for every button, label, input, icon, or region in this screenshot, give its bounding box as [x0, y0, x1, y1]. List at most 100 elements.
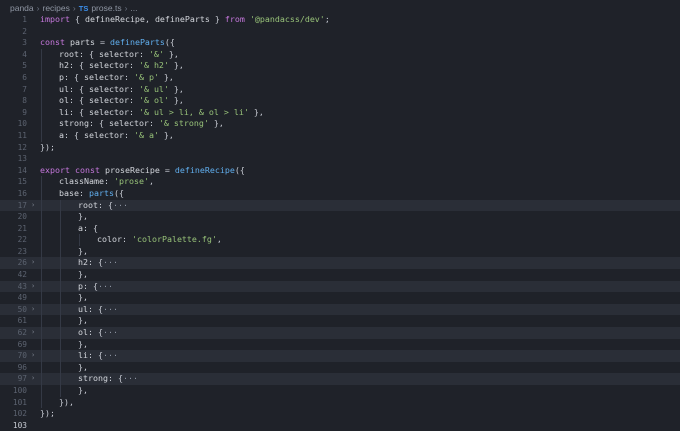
indent-guide — [60, 385, 61, 397]
code-token: : — [123, 129, 134, 140]
chevron-right-icon[interactable]: › — [31, 257, 35, 269]
indent-guide — [41, 269, 42, 281]
code-line[interactable]: 9 li: { selector: '& ul > li, & ol > li' … — [0, 106, 680, 119]
code-text: strong: {··· — [78, 373, 138, 385]
code-token: : { — [78, 48, 99, 59]
chevron-right-icon[interactable]: › — [31, 281, 35, 293]
code-editor[interactable]: 1 import { defineRecipe, defineParts } fr… — [0, 14, 680, 431]
code-text: }, — [78, 362, 88, 374]
folded-code-line[interactable]: 62 › ol: {··· — [0, 327, 680, 339]
code-token: h2 — [78, 257, 88, 268]
breadcrumb-item-file[interactable]: prose.ts — [91, 3, 121, 13]
indent-guide — [41, 106, 42, 119]
code-token: }, — [78, 338, 88, 349]
code-token: export — [40, 164, 70, 175]
folded-code-line[interactable]: 97 › strong: {··· — [0, 373, 680, 385]
code-line[interactable]: 1 import { defineRecipe, defineParts } fr… — [0, 14, 680, 26]
code-token: '& strong' — [158, 118, 209, 129]
code-token: ol — [78, 327, 88, 338]
code-line[interactable]: 6 p: { selector: '& p' }, — [0, 71, 680, 84]
line-number: 1 — [22, 15, 27, 24]
code-token: : — [128, 95, 139, 106]
code-line[interactable]: 22 color: 'colorPalette.fg', — [0, 234, 680, 246]
code-token: }, — [168, 95, 184, 106]
folded-code-line[interactable]: 50 › ul: {··· — [0, 303, 680, 316]
line-number: 61 — [17, 316, 27, 326]
chevron-right-icon[interactable]: › — [31, 327, 35, 339]
code-line[interactable]: 13 — [0, 153, 680, 165]
line-number: 7 — [22, 84, 27, 94]
code-line[interactable]: 8 ol: { selector: '& ol' }, — [0, 95, 680, 107]
code-line[interactable]: 10 strong: { selector: '& strong' }, — [0, 118, 680, 130]
code-token: selector — [88, 60, 129, 71]
code-line[interactable]: 14 export const proseRecipe = defineRecip… — [0, 165, 680, 177]
code-line[interactable]: 102}); — [0, 408, 680, 420]
code-token: }, — [163, 48, 179, 59]
code-token: : { — [64, 71, 84, 82]
code-line[interactable]: 15 className: 'prose', — [0, 176, 680, 188]
code-token: root — [78, 199, 98, 210]
code-line[interactable]: 96}, — [0, 361, 680, 374]
indent-guide — [60, 327, 61, 339]
code-token: : { — [88, 257, 103, 268]
code-token: '& ul' — [138, 83, 169, 94]
code-line[interactable]: 101}), — [0, 396, 680, 409]
code-line[interactable]: 12}); — [0, 142, 680, 154]
code-line[interactable]: 69}, — [0, 338, 680, 351]
code-line[interactable]: 16 base: parts({ — [0, 187, 680, 200]
indent-guide — [41, 83, 42, 96]
code-line[interactable]: 2 — [0, 26, 680, 38]
chevron-right-icon[interactable]: › — [31, 304, 35, 316]
code-line[interactable]: 49}, — [0, 292, 680, 304]
code-token: '& ol' — [138, 95, 169, 106]
code-token: ul — [59, 83, 69, 94]
code-text: export const proseRecipe = defineRecipe(… — [40, 165, 245, 177]
code-line[interactable]: 7 ul: { selector: '& ul' }, — [0, 83, 680, 96]
breadcrumb-item-symbol[interactable]: ... — [130, 3, 137, 13]
code-line[interactable]: 42}, — [0, 269, 680, 281]
folded-code-line[interactable]: 17 › root: {··· — [0, 199, 680, 212]
code-token: }, — [78, 269, 88, 280]
code-token: : — [123, 71, 134, 82]
breadcrumb-item-recipes[interactable]: recipes — [42, 3, 69, 13]
code-token: strong — [59, 118, 89, 129]
code-line[interactable]: 20}, — [0, 211, 680, 223]
folded-code-line[interactable]: 26 › h2: {··· — [0, 257, 680, 270]
folded-code-line[interactable]: 43 › p: {··· — [0, 280, 680, 293]
indent-guide — [60, 280, 61, 293]
code-line[interactable]: 3 const parts = defineParts({ — [0, 37, 680, 49]
code-text: ol: { selector: '& ol' }, — [59, 95, 184, 107]
code-token: : — [78, 187, 89, 198]
code-line[interactable]: 5 h2: { selector: '& h2' }, — [0, 60, 680, 72]
code-token: '@pandacss/dev' — [249, 14, 325, 24]
code-token: = — [159, 164, 175, 175]
code-line[interactable]: 61}, — [0, 315, 680, 328]
code-line[interactable]: 4 root: { selector: '&' }, — [0, 48, 680, 61]
code-line[interactable]: 11 a: { selector: '& a' }, — [0, 129, 680, 142]
line-number: 20 — [17, 212, 27, 222]
line-number: 8 — [22, 96, 27, 106]
code-token: : { — [69, 83, 89, 94]
chevron-right-icon[interactable]: › — [31, 373, 35, 385]
code-token: }, — [78, 211, 88, 222]
line-number: 9 — [22, 107, 27, 117]
code-token: defineRecipe — [174, 164, 235, 175]
code-token: : { — [64, 129, 84, 140]
code-text: }, — [78, 246, 88, 258]
code-line[interactable]: 21 a: { — [0, 222, 680, 235]
code-token: }, — [78, 245, 88, 256]
indent-guide — [79, 234, 80, 246]
code-line[interactable]: 23}, — [0, 245, 680, 258]
code-line[interactable]: 103 — [0, 420, 680, 431]
code-token: defineParts — [109, 37, 165, 48]
code-token: '& h2' — [138, 60, 169, 71]
indent-guide — [60, 292, 61, 304]
code-token: ul — [78, 303, 88, 314]
fold-ellipsis: ··· — [103, 257, 118, 268]
chevron-right-icon[interactable]: › — [31, 200, 35, 212]
code-line[interactable]: 100}, — [0, 385, 680, 397]
chevron-right-icon[interactable]: › — [31, 350, 35, 362]
code-token: }, — [78, 292, 88, 303]
folded-code-line[interactable]: 70 › li: {··· — [0, 350, 680, 362]
breadcrumb-item-panda[interactable]: panda — [10, 3, 34, 13]
